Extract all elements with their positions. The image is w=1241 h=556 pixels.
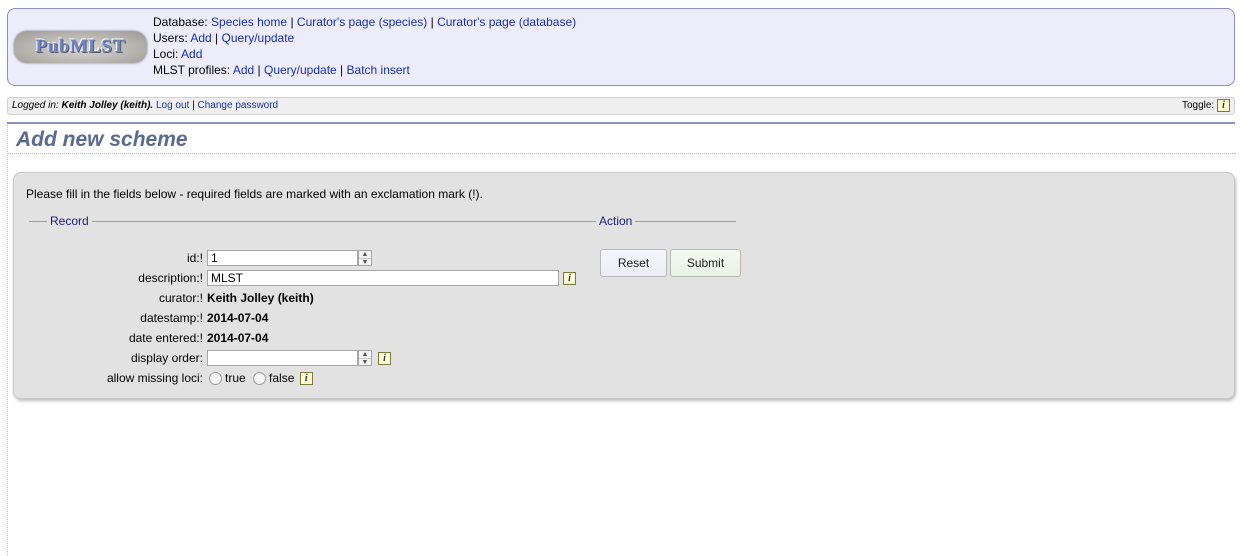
- login-bar: Logged in: Keith Jolley (keith). Log out…: [7, 97, 1235, 115]
- link-curators-page-database[interactable]: Curator's page (database): [437, 15, 576, 29]
- action-legend: Action: [599, 214, 633, 228]
- menu-label-database: Database:: [153, 15, 208, 29]
- submit-button[interactable]: Submit: [670, 249, 741, 277]
- display-order-spinner[interactable]: ▲ ▼: [358, 350, 372, 366]
- field-row-date-entered: date entered:! 2014-07-04: [29, 329, 585, 347]
- field-row-datestamp: datestamp:! 2014-07-04: [29, 309, 585, 327]
- date-entered-value: 2014-07-04: [207, 331, 269, 345]
- toggle-info-icon[interactable]: i: [1217, 98, 1230, 112]
- menu-row-users: Users: Add | Query/update: [153, 31, 295, 45]
- link-profiles-query-update[interactable]: Query/update: [264, 63, 337, 77]
- toggle-label: Toggle:: [1181, 100, 1215, 111]
- link-loci-add[interactable]: Add: [181, 47, 202, 61]
- label-display-order: display order:: [130, 351, 203, 365]
- label-date-entered: date entered:!: [128, 331, 203, 345]
- logo-text: PubMLST: [35, 36, 126, 57]
- reset-button[interactable]: Reset: [600, 249, 667, 277]
- label-description: description:!: [138, 271, 203, 285]
- form-instructions: Please fill in the fields below - requir…: [26, 187, 483, 201]
- spin-up-icon[interactable]: ▲: [359, 351, 371, 358]
- display-order-input[interactable]: [207, 350, 358, 366]
- menu-label-loci: Loci:: [153, 47, 179, 61]
- field-row-curator: curator:! Keith Jolley (keith): [29, 289, 585, 307]
- page-title: Add new scheme: [16, 128, 188, 151]
- link-users-add[interactable]: Add: [190, 31, 211, 45]
- curator-menu: Database: Species home | Curator's page …: [153, 14, 576, 78]
- link-curators-page-species[interactable]: Curator's page (species): [297, 15, 427, 29]
- field-row-allow-missing-loci: allow missing loci: true false i: [29, 369, 585, 387]
- link-species-home[interactable]: Species home: [211, 15, 287, 29]
- label-curator: curator:!: [158, 291, 203, 305]
- spin-down-icon[interactable]: ▼: [359, 258, 371, 266]
- title-rule: [7, 122, 1235, 124]
- field-row-id: id:! 1 ▲ ▼: [29, 249, 585, 267]
- link-profiles-add[interactable]: Add: [233, 63, 254, 77]
- title-divider: [7, 153, 1235, 154]
- spin-down-icon[interactable]: ▼: [359, 358, 371, 366]
- field-row-display-order: display order: ▲ ▼ i: [29, 349, 585, 367]
- action-fieldset: Action Reset Submit: [578, 214, 741, 277]
- menu-row-loci: Loci: Add: [153, 46, 576, 62]
- record-fieldset: Record id:! 1 ▲ ▼ description:! MLST i c…: [29, 214, 585, 386]
- label-datestamp: datestamp:!: [140, 311, 203, 325]
- pubmlst-logo[interactable]: PubMLST: [14, 31, 147, 63]
- logged-in-text: Logged in: Keith Jolley (keith).: [12, 100, 153, 111]
- label-id: id:!: [186, 251, 203, 265]
- curator-value: Keith Jolley (keith): [207, 291, 314, 305]
- menu-row-database: Database: Species home | Curator's page …: [153, 15, 577, 29]
- id-spinner[interactable]: ▲ ▼: [358, 250, 372, 266]
- menu-label-profiles: MLST profiles:: [153, 63, 231, 77]
- id-input[interactable]: 1: [207, 250, 358, 266]
- record-legend: Record: [50, 214, 89, 228]
- allow-missing-loci-info-icon[interactable]: i: [299, 372, 313, 386]
- logged-in-user: Keith Jolley (keith).: [61, 100, 154, 111]
- allow-missing-loci-options: true false i: [209, 369, 313, 387]
- spin-up-icon[interactable]: ▲: [359, 251, 371, 258]
- link-profiles-batch-insert[interactable]: Batch insert: [347, 63, 410, 77]
- description-info-icon[interactable]: i: [563, 272, 576, 285]
- form-box: Please fill in the fields below - requir…: [13, 172, 1235, 399]
- datestamp-value: 2014-07-04: [207, 311, 269, 325]
- login-status: Logged in: Keith Jolley (keith). Log out…: [12, 100, 279, 111]
- menu-label-users: Users:: [153, 31, 188, 45]
- logged-in-prefix: Logged in:: [12, 100, 62, 111]
- description-input[interactable]: MLST: [207, 270, 559, 286]
- radio-false-label[interactable]: false: [269, 371, 294, 385]
- radio-false[interactable]: [253, 372, 267, 386]
- display-order-info-icon[interactable]: i: [378, 352, 391, 365]
- label-allow-missing-loci: allow missing loci:: [106, 371, 203, 385]
- logout-link[interactable]: Log out: [156, 100, 189, 111]
- field-row-description: description:! MLST i: [29, 269, 585, 287]
- link-users-query-update[interactable]: Query/update: [222, 31, 295, 45]
- menu-row-profiles: MLST profiles: Add | Query/update | Batc…: [153, 63, 410, 77]
- top-menu: PubMLST Database: Species home | Curator…: [7, 8, 1235, 86]
- radio-true-label[interactable]: true: [225, 371, 246, 385]
- change-password-link[interactable]: Change password: [198, 100, 279, 111]
- left-gutter-line: [7, 125, 8, 556]
- toggle-control: Toggle: i: [1182, 98, 1230, 114]
- radio-true[interactable]: [209, 372, 222, 386]
